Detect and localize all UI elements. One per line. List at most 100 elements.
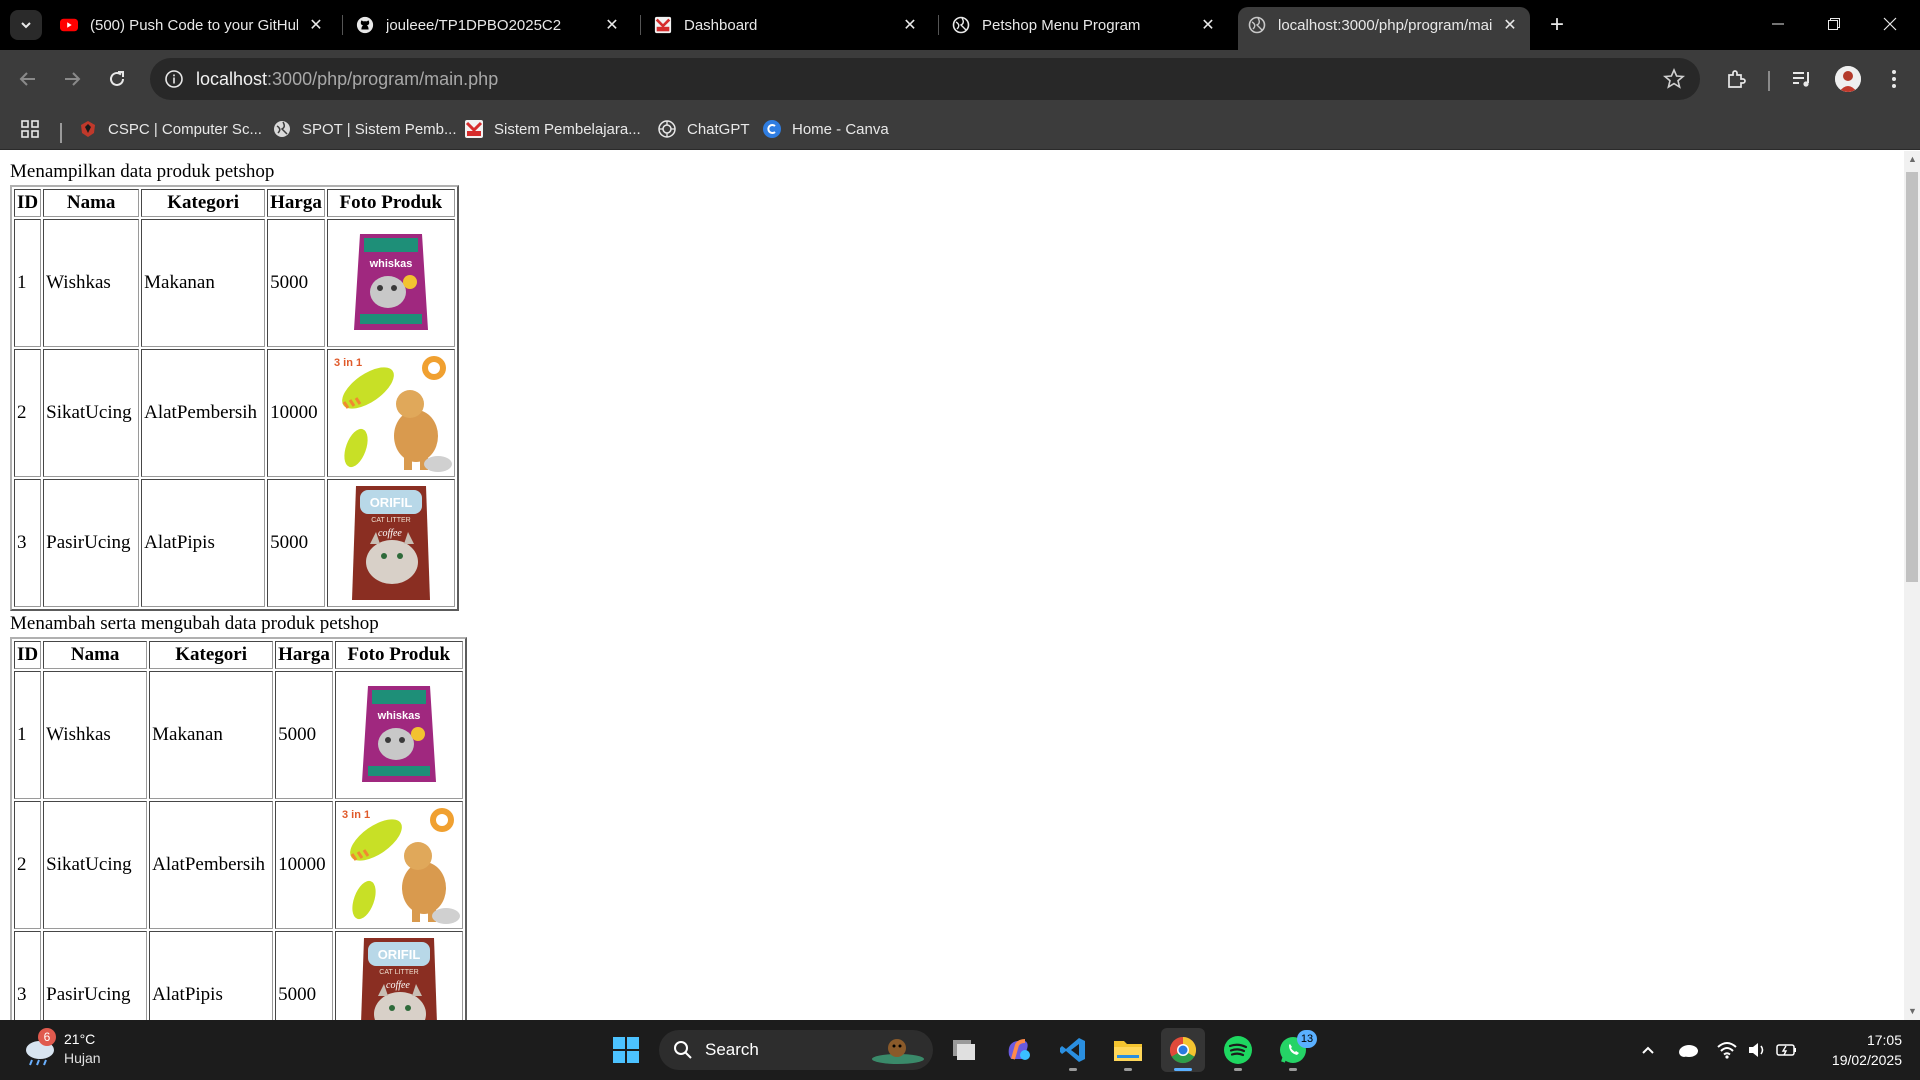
back-button[interactable] (12, 63, 44, 95)
file-explorer-button[interactable] (1106, 1028, 1150, 1072)
search-highlight-icon (872, 1039, 924, 1064)
close-window-button[interactable] (1862, 0, 1918, 48)
windows-taskbar: 6 21°C Hujan Search 13 17:05 19/02/2025 (0, 1020, 1920, 1080)
spotify-button[interactable] (1216, 1028, 1260, 1072)
address-bar[interactable]: localhost:3000/php/program/main.php (150, 58, 1700, 100)
url-text[interactable]: localhost:3000/php/program/main.php (196, 69, 498, 90)
cell-foto: 3 in 1 (334, 801, 463, 929)
scroll-down-icon[interactable]: ▼ (1908, 1007, 1917, 1016)
product-table-edit: ID Nama Kategori Harga Foto Produk 1 Wis… (10, 637, 467, 1020)
product-image-whiskas: whiskas (330, 222, 452, 344)
bookmark-spot[interactable]: SPOT | Sistem Pemb... (272, 116, 457, 142)
tab-petshop-menu[interactable]: Petshop Menu Program ✕ (942, 7, 1228, 43)
close-icon[interactable]: ✕ (900, 15, 920, 35)
bookmark-sistem[interactable]: Sistem Pembelajara... (464, 116, 641, 142)
bookmark-chatgpt[interactable]: ChatGPT (657, 116, 750, 142)
table-row: 1 Wishkas Makanan 5000 whiskas (14, 671, 463, 799)
cell-id: 3 (14, 479, 42, 607)
tab-title: Petshop Menu Program (982, 16, 1141, 34)
tab-dashboard[interactable]: Dashboard ✕ (644, 7, 930, 43)
forward-button[interactable] (56, 63, 88, 95)
extensions-button[interactable] (1722, 65, 1750, 93)
cell-nama: Wishkas (43, 219, 140, 347)
new-tab-button[interactable]: + (1543, 10, 1571, 40)
close-icon[interactable]: ✕ (306, 15, 326, 35)
site-info-icon[interactable] (164, 69, 184, 89)
cell-foto: whiskas (334, 671, 463, 799)
cell-harga: 5000 (275, 931, 333, 1020)
weather-widget[interactable]: 6 21°C Hujan (22, 1028, 142, 1072)
bookmarks-divider (60, 123, 62, 143)
onedrive-button[interactable] (1676, 1038, 1700, 1062)
minimize-button[interactable] (1750, 0, 1806, 48)
globe-icon (1248, 16, 1266, 34)
product-brand: whiskas (376, 710, 420, 722)
tab-localhost-active[interactable]: localhost:3000/php/program/main.php ✕ (1238, 7, 1530, 50)
apps-button[interactable] (20, 116, 40, 142)
close-icon[interactable]: ✕ (1500, 15, 1520, 35)
product-brand: ORIFIL (378, 947, 421, 962)
taskbar-search[interactable]: Search (659, 1030, 933, 1070)
tray-overflow-button[interactable] (1636, 1038, 1660, 1062)
whatsapp-button[interactable]: 13 (1271, 1028, 1317, 1072)
bookmark-canva[interactable]: Home - Canva (762, 116, 889, 142)
bookmark-star-icon[interactable] (1662, 67, 1686, 91)
product-brand: whiskas (368, 258, 412, 270)
page-scrollbar[interactable]: ▲ ▼ (1904, 151, 1920, 1020)
task-view-icon (953, 1040, 975, 1060)
bookmark-cspc[interactable]: CSPC | Computer Sc... (78, 116, 262, 142)
product-flavor: coffee (378, 528, 402, 539)
tab-title: Dashboard (684, 16, 758, 34)
column-header: Foto Produk (326, 189, 455, 217)
close-icon (1883, 17, 1897, 31)
copilot-button[interactable] (996, 1028, 1040, 1072)
column-header: ID (14, 641, 42, 669)
start-button[interactable] (604, 1028, 648, 1072)
cell-id: 3 (14, 931, 42, 1020)
chrome-button[interactable] (1161, 1028, 1205, 1072)
search-icon (674, 1041, 692, 1059)
product-image-brush: 3 in 1 (338, 804, 460, 926)
system-clock[interactable]: 17:05 19/02/2025 (1810, 1030, 1902, 1070)
cell-nama: Wishkas (43, 671, 148, 799)
github-icon (356, 16, 374, 34)
chevron-down-icon (21, 22, 31, 29)
battery-button[interactable] (1775, 1038, 1799, 1062)
tab-search-button[interactable] (10, 10, 42, 40)
cell-id: 1 (14, 219, 42, 347)
task-view-button[interactable] (941, 1028, 985, 1072)
music-queue-icon (1793, 72, 1809, 87)
tab-youtube[interactable]: (500) Push Code to your GitHub ✕ (50, 7, 336, 43)
reload-button[interactable] (101, 63, 133, 95)
globe-icon (952, 16, 970, 34)
folder-icon (1114, 1041, 1142, 1061)
profile-avatar[interactable] (1835, 66, 1861, 92)
whatsapp-badge: 13 (1297, 1030, 1317, 1048)
bookmark-label: Home - Canva (792, 120, 889, 138)
cell-harga: 10000 (275, 801, 333, 929)
cell-nama: SikatUcing (43, 801, 148, 929)
volume-button[interactable] (1745, 1038, 1769, 1062)
product-brand: ORIFIL (370, 495, 413, 510)
cell-kategori: AlatPembersih (141, 349, 266, 477)
column-header: Harga (267, 189, 325, 217)
speaker-icon (1749, 1043, 1764, 1057)
column-header: Harga (275, 641, 333, 669)
scrollbar-thumb[interactable] (1906, 172, 1918, 582)
tab-strip: (500) Push Code to your GitHub ✕ jouleee… (0, 0, 1920, 50)
wifi-button[interactable] (1715, 1038, 1739, 1062)
product-sub: CAT LITTER (379, 969, 418, 976)
weather-condition: Hujan (64, 1050, 101, 1066)
browser-menu-button[interactable] (1880, 65, 1908, 93)
cell-id: 2 (14, 801, 42, 929)
spotify-icon (1224, 1036, 1252, 1064)
close-icon[interactable]: ✕ (602, 15, 622, 35)
restore-button[interactable] (1806, 0, 1862, 48)
running-indicator (1234, 1068, 1242, 1071)
copilot-icon (1008, 1039, 1030, 1060)
media-control-button[interactable] (1788, 65, 1816, 93)
tab-github[interactable]: jouleee/TP1DPBO2025C2 ✕ (346, 7, 632, 43)
scroll-up-icon[interactable]: ▲ (1908, 155, 1917, 164)
vscode-button[interactable] (1051, 1028, 1095, 1072)
close-icon[interactable]: ✕ (1198, 15, 1218, 35)
